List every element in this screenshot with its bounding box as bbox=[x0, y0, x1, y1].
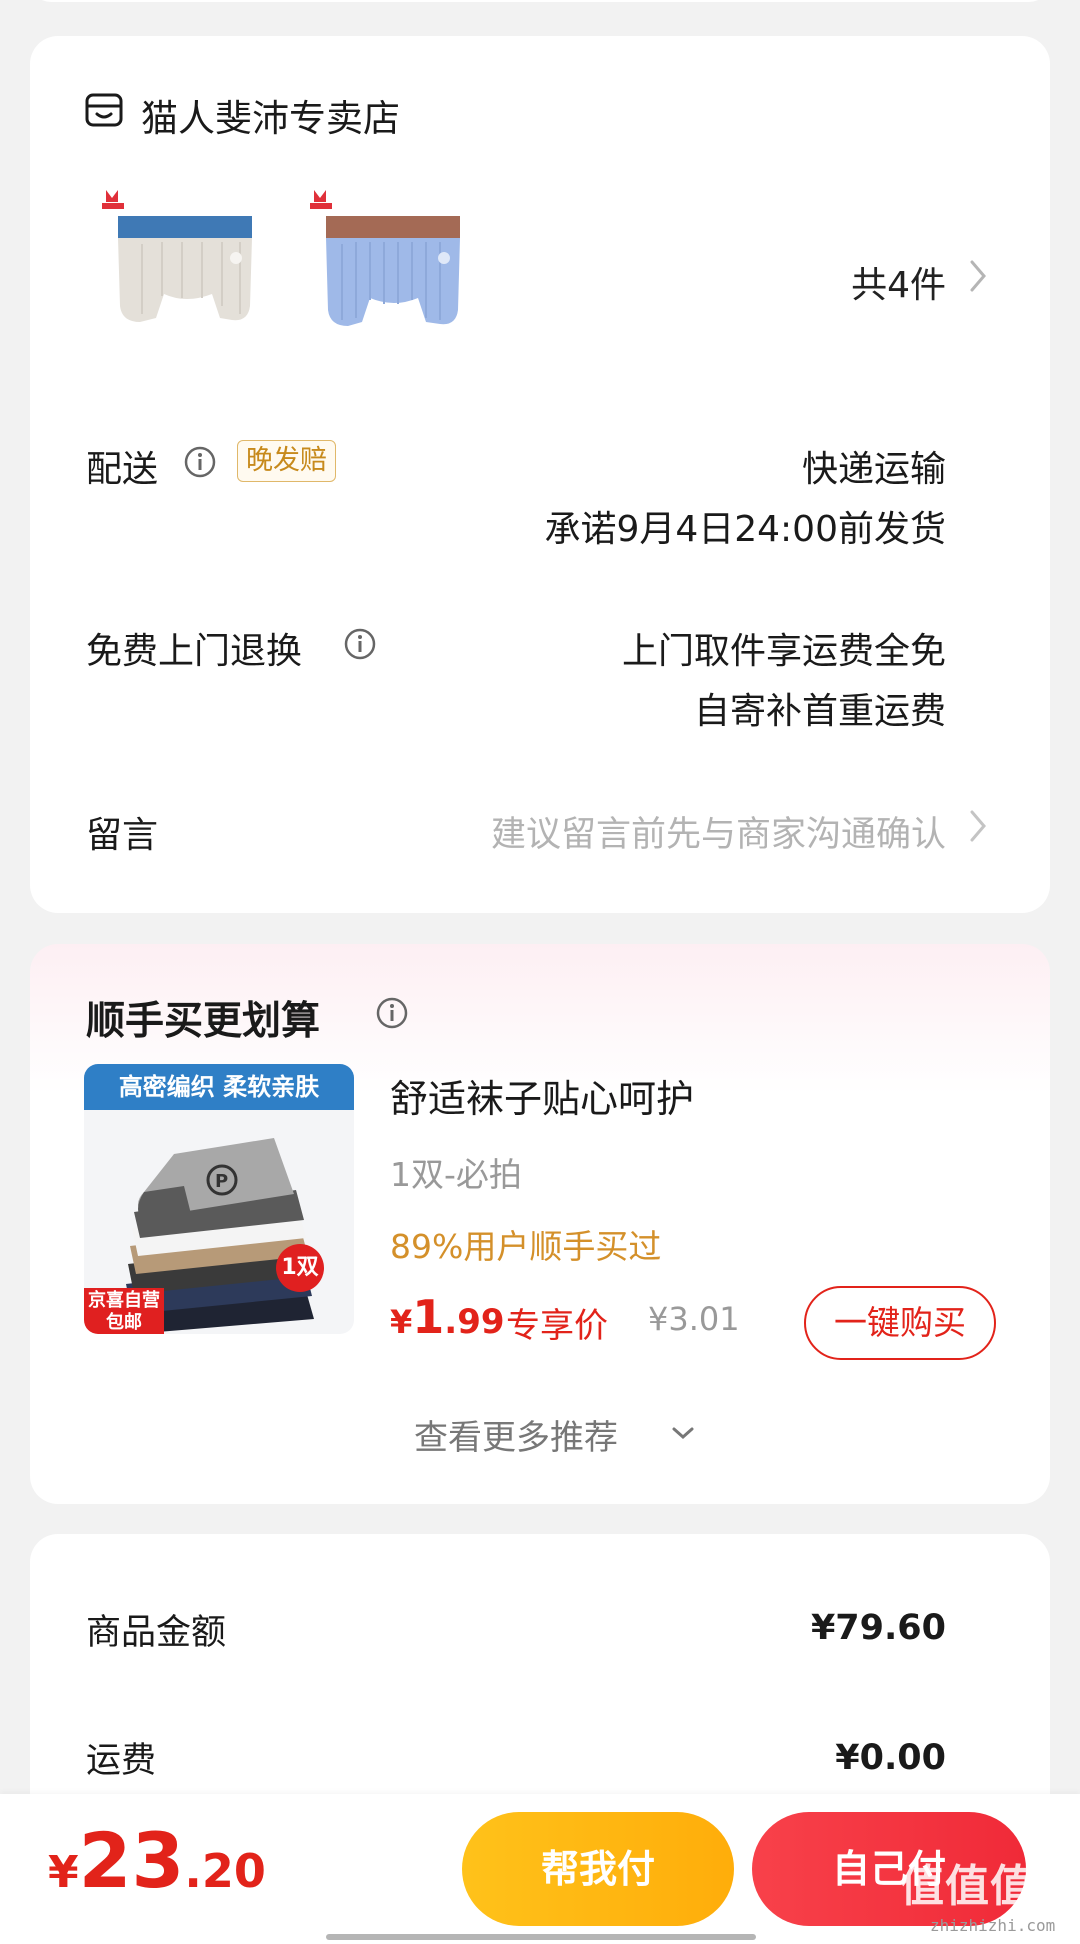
recommendation-stat: 89%用户顺手买过 bbox=[390, 1227, 662, 1266]
product-thumbnail-beige[interactable] bbox=[82, 186, 272, 366]
chevron-right-icon[interactable] bbox=[968, 258, 988, 298]
recommendation-price: ¥1.99 bbox=[390, 1290, 505, 1344]
message-label: 留言 bbox=[86, 815, 159, 856]
recommendation-title: 顺手买更划算 bbox=[86, 999, 321, 1044]
total-price: ¥23.20 bbox=[48, 1816, 266, 1905]
price-integer: 1 bbox=[412, 1290, 445, 1344]
item-count[interactable]: 共4件 bbox=[851, 256, 946, 308]
shop-order-card: 猫人斐沛专卖店 共4件 配送 晚发赔 快递运输 承诺9月4日24:00前发货 免… bbox=[30, 36, 1050, 913]
free-return-label: 免费上门退换 bbox=[86, 631, 303, 672]
tag-line-1: 京喜自营 bbox=[88, 1290, 160, 1311]
total-currency: ¥ bbox=[48, 1847, 79, 1898]
delivery-method: 快递运输 bbox=[801, 449, 946, 490]
info-icon[interactable] bbox=[340, 624, 380, 664]
goods-amount-value: ¥79.60 bbox=[810, 1608, 946, 1648]
total-decimal: .20 bbox=[184, 1844, 266, 1898]
chevron-right-icon[interactable] bbox=[968, 808, 988, 848]
help-me-pay-button[interactable]: 帮我付 bbox=[462, 1812, 734, 1926]
recommendation-spec: 1双-必拍 bbox=[390, 1155, 522, 1194]
delivery-label: 配送 bbox=[86, 449, 159, 490]
svg-text:P: P bbox=[215, 1171, 228, 1192]
goods-amount-label: 商品金额 bbox=[86, 1613, 227, 1653]
price-decimal: .99 bbox=[444, 1302, 505, 1342]
shop-name[interactable]: 猫人斐沛专卖店 bbox=[141, 88, 400, 142]
shipping-fee-value: ¥0.00 bbox=[835, 1738, 946, 1778]
see-more-recommendations[interactable]: 查看更多推荐 bbox=[414, 1410, 618, 1459]
store-icon bbox=[82, 88, 126, 132]
chevron-down-icon[interactable] bbox=[670, 1424, 696, 1446]
brand-logo-icon bbox=[102, 190, 124, 209]
home-indicator[interactable] bbox=[326, 1934, 756, 1940]
price-currency: ¥ bbox=[390, 1303, 413, 1341]
recommendation-card: 顺手买更划算 高密编织 柔软亲肤 P 京喜自营 包邮 1双 舒适袜子贴心呵护 1… bbox=[30, 944, 1050, 1504]
info-icon[interactable] bbox=[372, 990, 412, 1036]
return-pickup-text: 上门取件享运费全免 bbox=[621, 631, 946, 672]
delivery-promise: 承诺9月4日24:00前发货 bbox=[544, 509, 946, 550]
late-ship-badge: 晚发赔 bbox=[237, 440, 336, 482]
exclusive-price-label: 专享价 bbox=[506, 1306, 608, 1346]
quantity-badge: 1双 bbox=[276, 1244, 324, 1292]
message-input[interactable]: 建议留言前先与商家沟通确认 bbox=[491, 806, 946, 857]
shipping-fee-label: 运费 bbox=[86, 1741, 157, 1781]
recommendation-product-name[interactable]: 舒适袜子贴心呵护 bbox=[390, 1068, 694, 1123]
return-self-send-text: 自寄补首重运费 bbox=[693, 691, 946, 732]
jd-self-operated-tag: 京喜自营 包邮 bbox=[84, 1288, 164, 1334]
previous-card-edge bbox=[30, 0, 1050, 2]
bottom-action-bar: ¥23.20 帮我付 自己付 值值值 zhizhizhi.com bbox=[0, 1794, 1080, 1944]
watermark-url: zhizhizhi.com bbox=[930, 1916, 1056, 1935]
original-price: ¥3.01 bbox=[648, 1300, 740, 1338]
brand-logo-icon bbox=[310, 190, 332, 209]
sock-product-image[interactable]: 高密编织 柔软亲肤 P 京喜自营 包邮 1双 bbox=[84, 1064, 354, 1334]
tag-line-2: 包邮 bbox=[106, 1312, 142, 1333]
info-icon[interactable] bbox=[180, 442, 220, 482]
total-integer: 23 bbox=[78, 1816, 185, 1905]
product-thumbnail-blue[interactable] bbox=[290, 186, 480, 366]
watermark-logo: 值值值 bbox=[900, 1861, 1035, 1912]
one-click-buy-button[interactable]: 一键购买 bbox=[804, 1286, 996, 1360]
